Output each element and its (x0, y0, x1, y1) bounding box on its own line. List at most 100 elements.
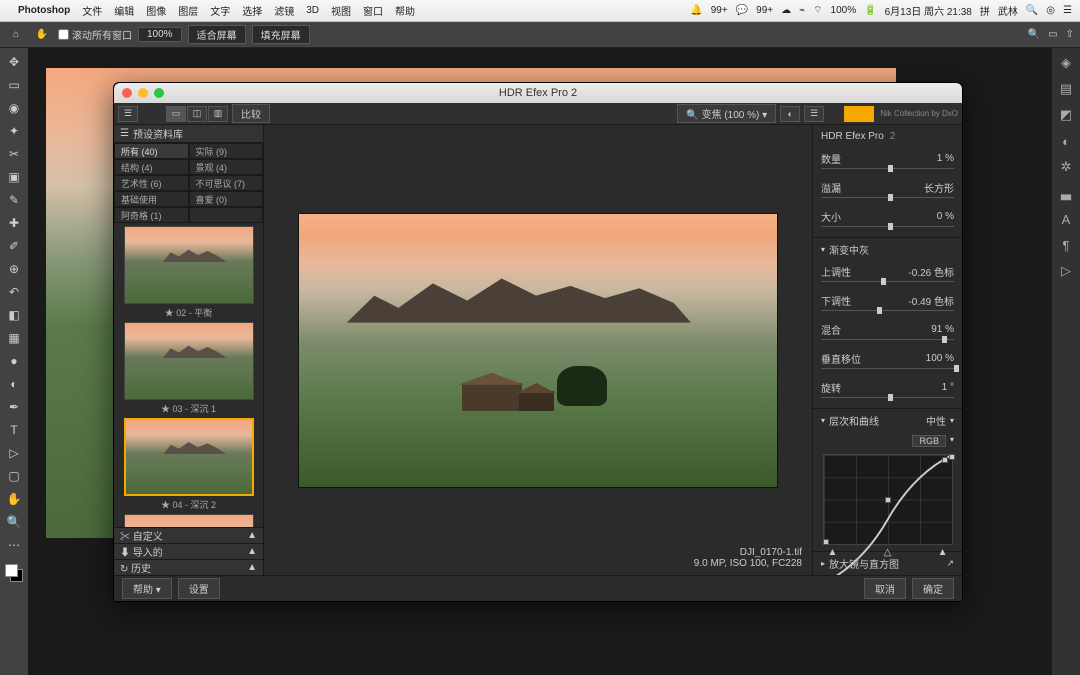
ok-button[interactable]: 确定 (912, 578, 954, 599)
slider-row[interactable]: 大小0 % (813, 206, 962, 227)
frame-tool-icon[interactable]: ▣ (3, 167, 25, 187)
history-section[interactable]: ↻ 历史▲ (114, 559, 263, 575)
settings-button[interactable]: 设置 (178, 578, 220, 599)
bluetooth-icon[interactable]: ⌁ (799, 5, 805, 16)
preview-image[interactable] (298, 213, 778, 488)
slider-row[interactable]: 溢漏长方形 (813, 177, 962, 198)
dodge-tool-icon[interactable]: ◐ (3, 374, 25, 394)
menu-filter[interactable]: 滤镜 (274, 3, 294, 18)
input-source[interactable]: 拼 (980, 3, 990, 18)
cat-artistic[interactable]: 艺术性 (6) (114, 175, 189, 191)
preset-list[interactable]: ★ 02 - 平衡 ★ 03 - 深沉 1 ★ 04 - 深沉 2 ★ 05 -… (114, 223, 263, 527)
hand-tool-icon[interactable]: ✋ (32, 25, 52, 45)
slider-row[interactable]: 上调性-0.26 色标 (813, 261, 962, 282)
cat-realistic[interactable]: 实际 (9) (189, 143, 264, 159)
cat-basic[interactable]: 基础使用 (114, 191, 189, 207)
custom-section[interactable]: ✂ 自定义▲ (114, 527, 263, 543)
panel-toggle-icon[interactable]: ☰ (804, 106, 824, 122)
tone-curve[interactable]: ▲△▲ (823, 454, 953, 545)
color-swatch[interactable] (5, 564, 23, 582)
fit-screen-button[interactable]: 适合屏幕 (188, 25, 246, 44)
cancel-button[interactable]: 取消 (864, 578, 906, 599)
menu-3d[interactable]: 3D (306, 5, 319, 16)
eraser-tool-icon[interactable]: ◧ (3, 305, 25, 325)
imported-section[interactable]: ⬇ 导入的▲ (114, 543, 263, 559)
cloud-icon[interactable]: ☁ (781, 5, 791, 16)
mid-point-icon[interactable]: △ (884, 547, 892, 558)
menu-edit[interactable]: 编辑 (114, 3, 134, 18)
adjustments-icon[interactable]: ◐ (1055, 130, 1077, 152)
cat-structure[interactable]: 结构 (4) (114, 159, 189, 175)
cat-landscape[interactable]: 景观 (4) (189, 159, 264, 175)
wechat-icon[interactable]: 💬 (736, 5, 748, 16)
workspace-icon[interactable]: ▭ (1048, 29, 1057, 40)
menu-window[interactable]: 窗口 (363, 3, 383, 18)
menu-help[interactable]: 帮助 (395, 3, 415, 18)
info-icon[interactable]: A (1055, 208, 1077, 230)
lasso-tool-icon[interactable]: ◉ (3, 98, 25, 118)
cat-favorite[interactable]: 喜爱 (0) (189, 191, 264, 207)
scroll-all-checkbox[interactable]: 滚动所有窗口 (58, 27, 132, 42)
preview-area[interactable]: DJI_0170-1.tif 9.0 MP, ISO 100, FC228 (264, 125, 812, 575)
history-brush-icon[interactable]: ↶ (3, 282, 25, 302)
zoom-dropdown[interactable]: 🔍 变焦 (100 %) ▾ (677, 104, 776, 123)
section-gradient[interactable]: ▾渐变中灰 (813, 237, 962, 261)
cat-all[interactable]: 所有 (40) (114, 143, 189, 159)
slider-row[interactable]: 数量1 % (813, 148, 962, 169)
slider-row[interactable]: 下调性-0.49 色标 (813, 290, 962, 311)
menu-file[interactable]: 文件 (82, 3, 102, 18)
background-toggle-icon[interactable]: ◐ (780, 106, 800, 122)
menu-view[interactable]: 视图 (331, 3, 351, 18)
edit-toolbar-icon[interactable]: ⋯ (3, 535, 25, 555)
paths-icon[interactable]: ◩ (1055, 104, 1077, 126)
compare-button[interactable]: 比较 (232, 104, 270, 123)
wand-tool-icon[interactable]: ✦ (3, 121, 25, 141)
user-name[interactable]: 武林 (998, 3, 1018, 18)
cat-archive[interactable]: 阿奇格 (1) (114, 207, 189, 223)
histogram-icon[interactable]: ▃ (1055, 182, 1077, 204)
zoom-field[interactable]: 100% (138, 27, 182, 42)
highlight-point-icon[interactable]: ▲ (938, 547, 948, 558)
notification-center-icon[interactable]: ☰ (1063, 5, 1072, 16)
neutral-dropdown[interactable]: 中性 (926, 413, 946, 428)
menu-image[interactable]: 图像 (146, 3, 166, 18)
notif-icon[interactable]: 🔔 (690, 5, 702, 16)
actions-icon[interactable]: ▷ (1055, 260, 1077, 282)
menu-select[interactable]: 选择 (242, 3, 262, 18)
battery-icon[interactable]: 🔋 (864, 5, 876, 16)
slider-row[interactable]: 混合91 % (813, 319, 962, 340)
preset-item-selected[interactable]: ★ 04 - 深沉 2 (118, 418, 259, 511)
view-single-icon[interactable]: ▭ (166, 106, 186, 122)
preset-item[interactable]: ★ 05 - 细节 1 (118, 514, 259, 527)
hand-tool-icon[interactable]: ✋ (3, 489, 25, 509)
fill-screen-button[interactable]: 填充屏幕 (252, 25, 310, 44)
eyedropper-tool-icon[interactable]: ✎ (3, 190, 25, 210)
blur-tool-icon[interactable]: ● (3, 351, 25, 371)
wifi-icon[interactable]: ⌔ (813, 4, 822, 17)
view-side-icon[interactable]: ▥ (208, 106, 228, 122)
paragraph-icon[interactable]: ¶ (1055, 234, 1077, 256)
gradient-tool-icon[interactable]: ▦ (3, 328, 25, 348)
rgb-dropdown[interactable]: RGB (912, 435, 946, 447)
share-icon[interactable]: ⇧ (1066, 29, 1074, 40)
slider-row[interactable]: 旋转1 ° (813, 377, 962, 398)
slider-row[interactable]: 垂直移位100 % (813, 348, 962, 369)
menu-type[interactable]: 文字 (210, 3, 230, 18)
help-button[interactable]: 帮助 ▾ (122, 578, 172, 599)
path-tool-icon[interactable]: ▷ (3, 443, 25, 463)
layers-icon[interactable]: ◈ (1055, 52, 1077, 74)
preset-item[interactable]: ★ 02 - 平衡 (118, 226, 259, 319)
date-time[interactable]: 6月13日 周六 21:38 (885, 3, 972, 18)
view-split-icon[interactable]: ◫ (187, 106, 207, 122)
shape-tool-icon[interactable]: ▢ (3, 466, 25, 486)
section-curves[interactable]: ▾层次和曲线 中性▾ (813, 408, 962, 432)
pen-tool-icon[interactable]: ✒ (3, 397, 25, 417)
zoom-tool-icon[interactable]: 🔍 (3, 512, 25, 532)
search-icon[interactable]: 🔍 (1028, 29, 1040, 40)
move-tool-icon[interactable]: ✥ (3, 52, 25, 72)
channels-icon[interactable]: ▤ (1055, 78, 1077, 100)
home-icon[interactable]: ⌂ (6, 25, 26, 45)
crop-tool-icon[interactable]: ✂ (3, 144, 25, 164)
type-tool-icon[interactable]: T (3, 420, 25, 440)
menu-layer[interactable]: 图层 (178, 3, 198, 18)
